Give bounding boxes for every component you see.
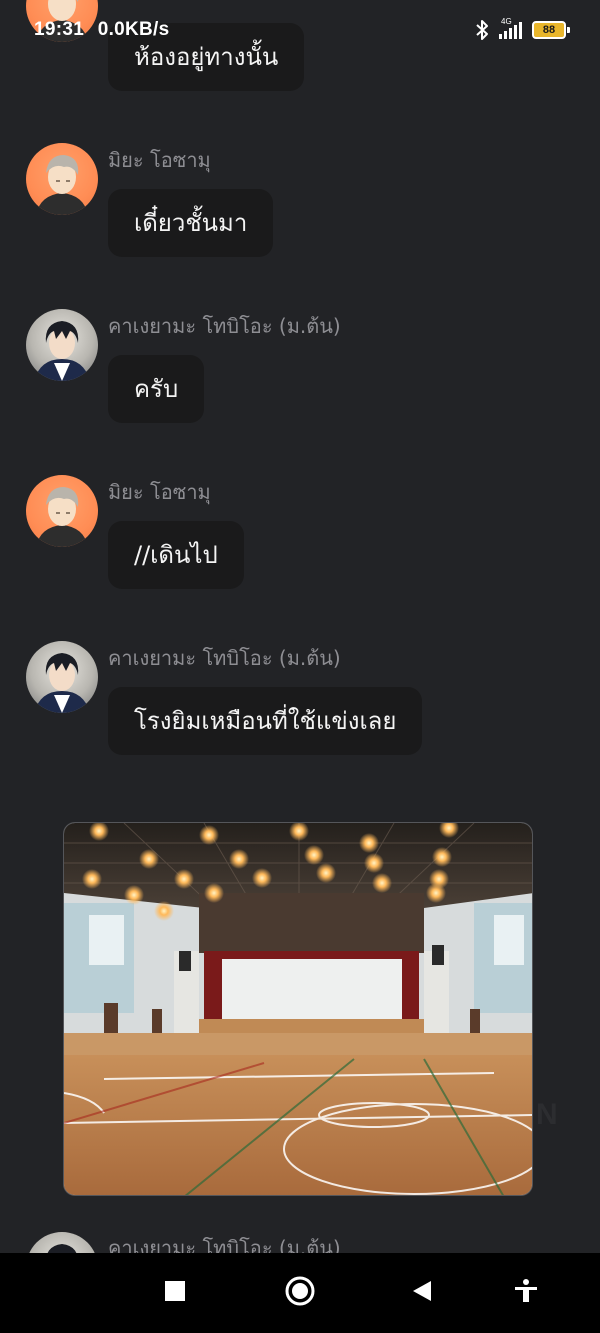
message-bubble[interactable]: โรงยิมเหมือนที่ใช้แข่งเลย: [108, 687, 423, 755]
status-right: 4G 88: [475, 17, 570, 41]
message-text: โรงยิมเหมือนที่ใช้แข่งเลย: [134, 707, 397, 735]
message-bubble[interactable]: //เดินไป: [108, 521, 244, 589]
home-circle-icon: [285, 1276, 315, 1310]
kageyama-tobio-avatar[interactable]: [26, 309, 98, 381]
message-bubble[interactable]: ครับ: [108, 355, 205, 423]
sender-name: คาเงยามะ โทบิโอะ (ม.ต้น): [108, 314, 341, 338]
battery-level: 88: [532, 21, 566, 39]
signal-icon: 4G: [499, 17, 522, 39]
battery-icon: 88: [532, 21, 570, 39]
accessibility-icon: [513, 1278, 539, 1308]
status-time: 19:31: [34, 19, 85, 40]
back-triangle-icon: [411, 1279, 433, 1307]
message-text: เดี๋ยวชั้นมา: [134, 209, 248, 237]
message-bubble[interactable]: เดี๋ยวชั้นมา: [108, 189, 274, 257]
sender-name: มิยะ โอซามุ: [108, 480, 211, 504]
kageyama-tobio-avatar[interactable]: [26, 641, 98, 713]
watermark-icon: N: [536, 1098, 558, 1131]
chat-screen: 19:31 0.0KB/s 4G 88 ห้องอยู่ทางนั้น มิยะ…: [0, 0, 600, 1333]
network-speed: 0.0KB/s: [97, 19, 170, 40]
accessibility-button[interactable]: [491, 1253, 561, 1333]
recents-square-icon: [164, 1280, 186, 1306]
navigation-bar: [0, 1253, 600, 1333]
status-bar: 19:31 0.0KB/s 4G 88: [0, 0, 600, 60]
message-text: ครับ: [134, 375, 179, 403]
message-text: //เดินไป: [134, 541, 218, 569]
status-left: 19:31 0.0KB/s: [34, 19, 178, 41]
recents-button[interactable]: [140, 1253, 210, 1333]
sender-name: คาเงยามะ โทบิโอะ (ม.ต้น): [108, 646, 341, 670]
back-button[interactable]: [387, 1253, 457, 1333]
network-type: 4G: [501, 17, 512, 26]
gymnasium-image[interactable]: [63, 822, 533, 1196]
miya-osamu-avatar[interactable]: [26, 143, 98, 215]
bluetooth-icon: [475, 19, 489, 41]
home-button[interactable]: [265, 1253, 335, 1333]
miya-osamu-avatar[interactable]: [26, 475, 98, 547]
sender-name: มิยะ โอซามุ: [108, 148, 211, 172]
